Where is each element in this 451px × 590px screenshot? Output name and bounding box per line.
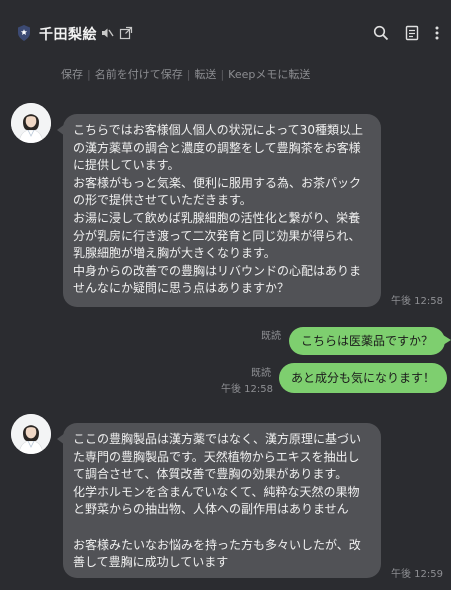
message-action-bar: 保存 | 名前を付けて保存 | 転送 | Keepメモに転送 <box>61 68 311 81</box>
more-vertical-icon[interactable] <box>429 25 445 41</box>
read-receipt: 既読 <box>251 368 271 379</box>
avatar[interactable] <box>11 414 51 454</box>
avatar[interactable] <box>11 103 51 143</box>
save-as-action[interactable]: 名前を付けて保存 <box>95 68 183 81</box>
message-time: 午後 12:58 <box>221 384 273 395</box>
message-time: 午後 12:59 <box>391 569 443 580</box>
forward-action[interactable]: 転送 <box>194 68 216 81</box>
save-action[interactable]: 保存 <box>61 68 83 81</box>
external-window-icon[interactable] <box>119 26 133 40</box>
message-bubble-incoming[interactable]: こちらではお客様個人個人の状況によって30種類以上の漢方薬草の調合と濃度の調整を… <box>57 114 381 307</box>
read-receipt: 既読 <box>261 331 281 342</box>
avatar-portrait-icon <box>11 414 51 454</box>
keep-forward-action[interactable]: Keepメモに転送 <box>228 68 310 81</box>
notes-icon[interactable] <box>404 25 420 41</box>
search-icon[interactable] <box>373 25 389 41</box>
mute-icon <box>102 28 114 38</box>
message-bubble-outgoing[interactable]: こちらは医薬品ですか？ <box>289 327 451 355</box>
message-bubble-outgoing[interactable]: あと成分も気になります！ <box>279 363 448 393</box>
avatar-portrait-icon <box>11 103 51 143</box>
chat-title[interactable]: 千田梨絵 <box>39 24 97 44</box>
message-bubble-incoming[interactable]: ここの豊胸製品は漢方薬ではなく、漢方原理に基づいた専門の豊胸製品です。天然植物か… <box>57 423 381 578</box>
message-time: 午後 12:58 <box>391 296 443 307</box>
shield-star-icon <box>18 25 30 41</box>
chat-header: 千田梨絵 <box>0 0 451 60</box>
